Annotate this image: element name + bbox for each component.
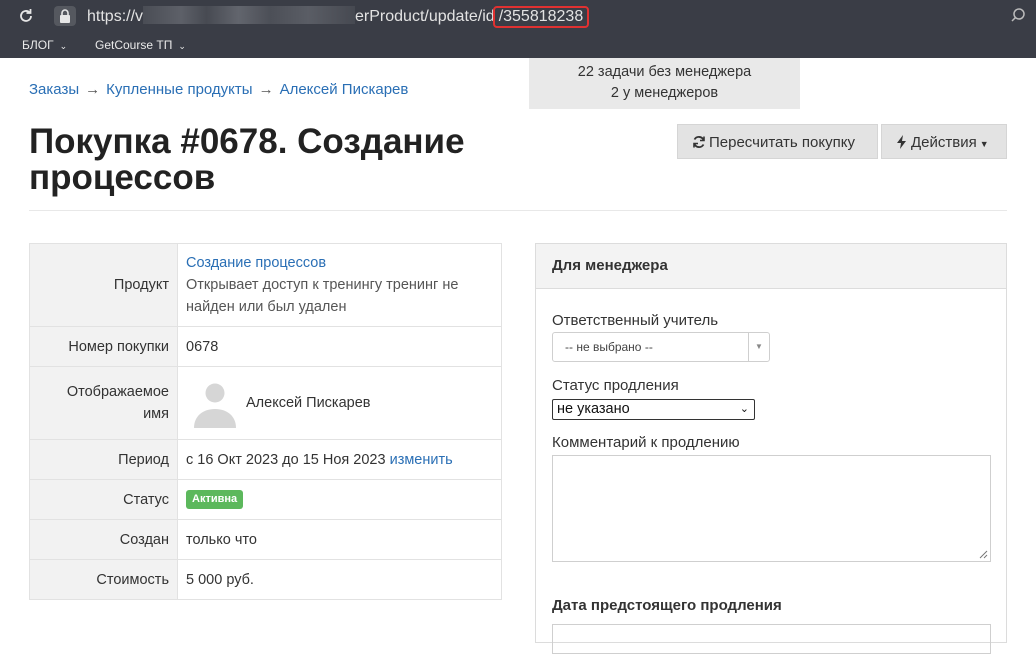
display-name-label: Отображаемое имя xyxy=(29,366,178,440)
chevron-down-icon: ⌄ xyxy=(59,41,68,51)
product-cell: Создание процессов Открывает доступ к тр… xyxy=(177,243,502,327)
period-value: с 16 Окт 2023 до 15 Ноя 2023 xyxy=(186,451,386,468)
breadcrumb-user[interactable]: Алексей Пискарев xyxy=(280,81,409,98)
breadcrumb: Заказы → Купленные продукты → Алексей Пискар… xyxy=(29,81,408,98)
status-label: Статус xyxy=(29,479,178,520)
period-cell: с 16 Окт 2023 до 15 Ноя 2023 изменить xyxy=(177,439,502,480)
divider xyxy=(29,210,1007,211)
teacher-label: Ответственный учитель xyxy=(552,312,719,329)
purchase-number-value: 0678 xyxy=(177,326,502,367)
breadcrumb-orders[interactable]: Заказы xyxy=(29,81,79,98)
bookmark-label: GetCourse ТП xyxy=(95,38,173,52)
status-badge: Активна xyxy=(186,490,244,509)
browser-toolbar: https://v erProduct/update/id/355818238 xyxy=(0,0,1036,34)
avatar[interactable] xyxy=(190,378,240,428)
bookmark-getcourse[interactable]: GetCourse ТП ⌄ xyxy=(95,38,186,52)
refresh-icon xyxy=(693,136,705,148)
display-name-cell: Алексей Пискарев xyxy=(177,366,502,440)
recalculate-button[interactable]: Пересчитать покупку xyxy=(677,124,878,159)
purchase-number-label: Номер покупки xyxy=(29,326,178,367)
recalculate-label: Пересчитать покупку xyxy=(709,134,855,151)
period-label: Период xyxy=(29,439,178,480)
reload-icon[interactable] xyxy=(16,6,36,26)
next-renewal-date-input[interactable] xyxy=(552,624,991,654)
chevron-down-icon: ⌄ xyxy=(739,403,749,415)
teacher-select[interactable]: -- не выбрано -- ▼ xyxy=(552,332,770,362)
chevron-down-icon: ⌄ xyxy=(178,41,186,51)
table-row: Создан только что xyxy=(29,519,502,560)
next-renewal-label: Дата предстоящего продления xyxy=(552,597,782,614)
url-prefix: https://v xyxy=(87,8,144,25)
bookmark-label: БЛОГ xyxy=(22,38,54,52)
cost-value: 5 000 руб. xyxy=(177,559,502,600)
actions-label: Действия xyxy=(911,134,977,151)
product-link[interactable]: Создание процессов xyxy=(186,253,493,274)
url-middle: erProduct/update/id xyxy=(355,8,495,25)
renewal-status-value: не указано xyxy=(557,401,630,417)
bookmark-blog[interactable]: БЛОГ ⌄ xyxy=(22,38,67,52)
renewal-status-select[interactable]: не указано ⌄ xyxy=(552,399,755,420)
purchase-info-table: Продукт Создание процессов Открывает дос… xyxy=(29,243,502,600)
manager-panel-title: Для менеджера xyxy=(536,244,1006,289)
renewal-comment-label: Комментарий к продлению xyxy=(552,434,740,451)
lock-icon[interactable] xyxy=(54,6,76,26)
address-bar[interactable]: https://v erProduct/update/id/355818238 xyxy=(87,6,590,28)
lightning-icon xyxy=(897,135,906,149)
actions-dropdown-button[interactable]: Действия ▼ xyxy=(881,124,1007,159)
teacher-select-value: -- не выбрано -- xyxy=(565,340,653,354)
url-id-highlight: /355818238 xyxy=(492,6,590,28)
tasks-with-managers: 2 у менеджеров xyxy=(610,85,719,101)
product-note: Открывает доступ к тренингу тренинг не н… xyxy=(186,276,459,315)
change-period-link[interactable]: изменить xyxy=(390,452,453,468)
table-row: Продукт Создание процессов Открывает дос… xyxy=(29,243,502,327)
breadcrumb-separator: → xyxy=(85,81,101,98)
created-value: только что xyxy=(177,519,502,560)
bookmarks-bar: БЛОГ ⌄ GetCourse ТП ⌄ xyxy=(0,34,1036,58)
table-row: Отображаемое имя Алексей Пискарев xyxy=(29,366,502,440)
cost-label: Стоимость xyxy=(29,559,178,600)
table-row: Стоимость 5 000 руб. xyxy=(29,559,502,600)
renewal-status-label: Статус продления xyxy=(552,377,679,394)
tasks-without-manager: 22 задачи без менеджера xyxy=(577,64,752,80)
renewal-comment-textarea[interactable] xyxy=(552,455,991,562)
product-label: Продукт xyxy=(29,243,178,327)
breadcrumb-separator: → xyxy=(258,81,274,98)
page-title: Покупка #0678. Создание процессов xyxy=(29,122,465,197)
resize-handle-icon[interactable] xyxy=(979,550,988,559)
status-cell: Активна xyxy=(177,479,502,520)
created-label: Создан xyxy=(29,519,178,560)
breadcrumb-purchased-products[interactable]: Купленные продукты xyxy=(106,81,252,98)
manager-panel: Для менеджера Ответственный учитель -- н… xyxy=(535,243,1007,654)
caret-down-icon: ▼ xyxy=(979,139,989,149)
table-row: Статус Активна xyxy=(29,479,502,520)
display-name-value: Алексей Пискарев xyxy=(246,395,371,411)
table-row: Период с 16 Окт 2023 до 15 Ноя 2023 изме… xyxy=(29,439,502,480)
caret-down-icon: ▼ xyxy=(755,342,763,351)
tasks-notice[interactable]: 22 задачи без менеджера 2 у менеджеров xyxy=(529,58,800,109)
search-icon[interactable] xyxy=(1010,7,1026,28)
table-row: Номер покупки 0678 xyxy=(29,326,502,367)
url-blurred-segment xyxy=(143,6,356,24)
